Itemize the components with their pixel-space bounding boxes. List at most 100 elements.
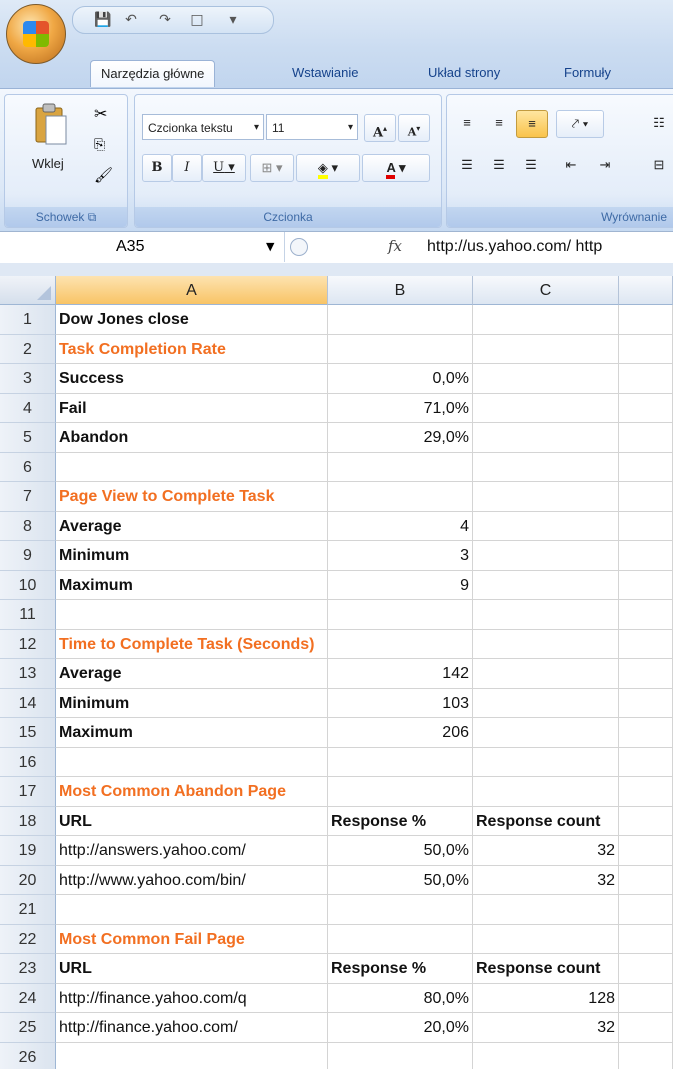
cell-a[interactable]: http://www.yahoo.com/bin/: [56, 865, 328, 895]
align-middle-icon[interactable]: ≡: [484, 110, 514, 136]
customize-toolbar-icon[interactable]: ▾: [223, 10, 243, 30]
cell-c[interactable]: 32: [473, 865, 619, 895]
cell-c[interactable]: [473, 924, 619, 954]
cell-a[interactable]: http://finance.yahoo.com/q: [56, 983, 328, 1013]
cell-a[interactable]: Minimum: [56, 688, 328, 718]
cell-c[interactable]: [473, 1042, 619, 1069]
cell-b[interactable]: [328, 452, 473, 482]
cell-d[interactable]: [619, 334, 673, 364]
cell-a[interactable]: Most Common Fail Page: [56, 924, 328, 954]
cell-d[interactable]: [619, 452, 673, 482]
cell-b[interactable]: [328, 747, 473, 777]
cell-a[interactable]: Most Common Abandon Page: [56, 777, 328, 807]
cell-a[interactable]: Average: [56, 511, 328, 541]
align-center-icon[interactable]: ☰: [484, 152, 514, 178]
cell-d[interactable]: [619, 570, 673, 600]
cell-b[interactable]: [328, 482, 473, 512]
cell-b[interactable]: 142: [328, 659, 473, 689]
cell-c[interactable]: [473, 629, 619, 659]
cell-b[interactable]: [328, 600, 473, 630]
row-header[interactable]: 23: [0, 954, 56, 984]
cell-d[interactable]: [619, 511, 673, 541]
cell-d[interactable]: [619, 865, 673, 895]
cell-a[interactable]: http://finance.yahoo.com/: [56, 1013, 328, 1043]
row-header[interactable]: 19: [0, 836, 56, 866]
column-header-a[interactable]: A: [56, 276, 328, 305]
chevron-down-icon[interactable]: ▼: [266, 232, 274, 262]
row-header[interactable]: 25: [0, 1013, 56, 1043]
cell-c[interactable]: [473, 600, 619, 630]
cell-c[interactable]: [473, 364, 619, 394]
cell-a[interactable]: Page View to Complete Task: [56, 482, 328, 512]
cell-a[interactable]: [56, 747, 328, 777]
cell-d[interactable]: [619, 924, 673, 954]
row-header[interactable]: 4: [0, 393, 56, 423]
cell-b[interactable]: [328, 305, 473, 335]
row-header[interactable]: 6: [0, 452, 56, 482]
cell-d[interactable]: [619, 629, 673, 659]
cell-b[interactable]: 80,0%: [328, 983, 473, 1013]
cell-b[interactable]: [328, 1042, 473, 1069]
bold-button[interactable]: B: [142, 154, 172, 182]
font-name-select[interactable]: Czcionka tekstu ▾: [142, 114, 264, 140]
cell-a[interactable]: Maximum: [56, 570, 328, 600]
insert-function-icon[interactable]: fx: [388, 237, 402, 255]
formula-bar-toggle-icon[interactable]: [290, 238, 308, 256]
cell-a[interactable]: [56, 1042, 328, 1069]
cell-a[interactable]: Dow Jones close: [56, 305, 328, 335]
cut-icon[interactable]: ✂: [94, 104, 107, 124]
align-right-icon[interactable]: ☰: [516, 152, 546, 178]
cell-d[interactable]: [619, 688, 673, 718]
formula-input[interactable]: http://us.yahoo.com/ http: [427, 232, 673, 262]
cell-c[interactable]: [473, 423, 619, 453]
cell-a[interactable]: Task Completion Rate: [56, 334, 328, 364]
cell-c[interactable]: Response count: [473, 806, 619, 836]
cell-c[interactable]: [473, 511, 619, 541]
font-size-select[interactable]: 11 ▾: [266, 114, 358, 140]
cell-b[interactable]: [328, 924, 473, 954]
tab-home[interactable]: Narzędzia główne: [90, 60, 216, 87]
name-box[interactable]: A35 ▼: [0, 232, 285, 262]
cell-b[interactable]: [328, 629, 473, 659]
cell-a[interactable]: [56, 895, 328, 925]
cell-c[interactable]: Response count: [473, 954, 619, 984]
cell-b[interactable]: Response %: [328, 954, 473, 984]
cell-b[interactable]: 50,0%: [328, 836, 473, 866]
cell-d[interactable]: [619, 541, 673, 571]
align-left-icon[interactable]: ☰: [452, 152, 482, 178]
wrap-text-icon[interactable]: ☷: [644, 110, 673, 136]
borders-button[interactable]: ⊞ ▾: [250, 154, 294, 182]
copy-icon[interactable]: ⎘: [94, 136, 105, 153]
cell-d[interactable]: [619, 747, 673, 777]
row-header[interactable]: 16: [0, 747, 56, 777]
font-color-button[interactable]: A ▾: [362, 154, 430, 182]
cell-c[interactable]: [473, 895, 619, 925]
cell-a[interactable]: Minimum: [56, 541, 328, 571]
new-document-icon[interactable]: □: [187, 10, 207, 30]
row-header[interactable]: 1: [0, 305, 56, 335]
cell-a[interactable]: Fail: [56, 393, 328, 423]
row-header[interactable]: 2: [0, 334, 56, 364]
cell-b[interactable]: 3: [328, 541, 473, 571]
cell-c[interactable]: [473, 718, 619, 748]
fill-color-button[interactable]: ◈ ▾: [296, 154, 360, 182]
redo-icon[interactable]: ↷: [155, 10, 175, 30]
cell-d[interactable]: [619, 364, 673, 394]
row-header[interactable]: 11: [0, 600, 56, 630]
cell-c[interactable]: [473, 659, 619, 689]
cell-a[interactable]: [56, 600, 328, 630]
cell-a[interactable]: Average: [56, 659, 328, 689]
cell-c[interactable]: [473, 747, 619, 777]
cell-a[interactable]: Abandon: [56, 423, 328, 453]
cell-a[interactable]: Time to Complete Task (Seconds): [56, 629, 328, 659]
row-header[interactable]: 5: [0, 423, 56, 453]
row-header[interactable]: 12: [0, 629, 56, 659]
row-header[interactable]: 3: [0, 364, 56, 394]
merge-cells-icon[interactable]: ⊟: [644, 152, 673, 178]
row-header[interactable]: 13: [0, 659, 56, 689]
cell-c[interactable]: [473, 777, 619, 807]
row-header[interactable]: 18: [0, 806, 56, 836]
cell-d[interactable]: [619, 954, 673, 984]
cell-d[interactable]: [619, 983, 673, 1013]
cell-d[interactable]: [619, 895, 673, 925]
